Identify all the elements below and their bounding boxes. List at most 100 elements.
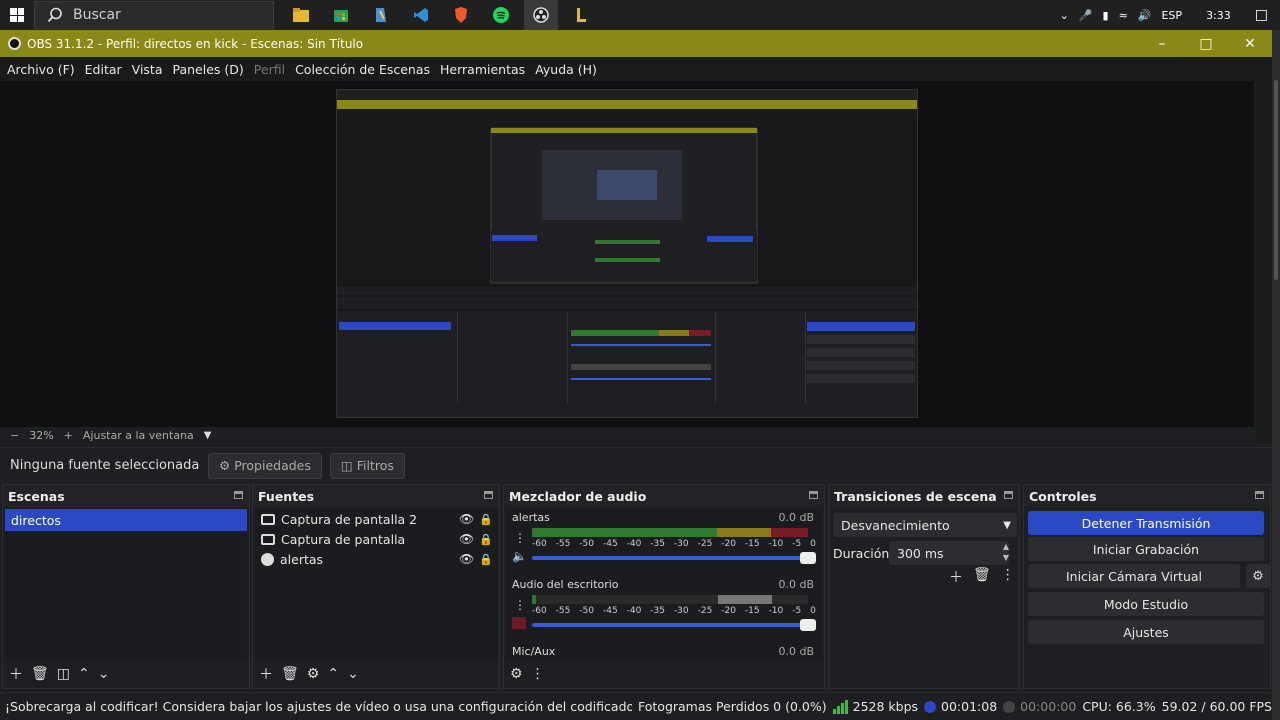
gear-icon: ⚙ <box>1252 568 1264 584</box>
volume-slider-handle[interactable] <box>800 619 816 631</box>
volume-slider[interactable] <box>532 552 816 564</box>
lock-icon[interactable]: 🔒 <box>479 513 493 526</box>
store-icon[interactable] <box>324 0 358 30</box>
transitions-title: Transiciones de escena <box>829 485 1019 507</box>
brave-browser-icon[interactable] <box>444 0 478 30</box>
battery-icon[interactable]: ▮ <box>1103 9 1109 22</box>
chevron-up-icon[interactable]: ⌄ <box>1060 9 1069 22</box>
mixer-menu-icon[interactable]: ⋮ <box>531 666 545 682</box>
undock-icon[interactable] <box>484 491 493 499</box>
gear-icon[interactable]: ⚙ <box>307 666 320 682</box>
status-bar: ¡Sobrecarga al codificar! Considera baja… <box>0 692 1272 720</box>
windows-logo-icon <box>10 8 24 22</box>
move-down-icon[interactable]: ⌄ <box>98 666 110 682</box>
menu-perfil[interactable]: Perfil <box>249 62 290 77</box>
preview-scrollbar[interactable] <box>1256 81 1272 444</box>
wifi-icon[interactable]: ≈ <box>1119 9 1128 22</box>
virtual-camera-button[interactable]: Iniciar Cámara Virtual <box>1028 564 1240 588</box>
preview-area[interactable] <box>0 81 1254 427</box>
virtual-camera-settings-button[interactable]: ⚙ <box>1246 564 1270 588</box>
undock-icon[interactable] <box>809 491 818 499</box>
menu-vista[interactable]: Vista <box>127 62 168 77</box>
vscode-icon[interactable] <box>404 0 438 30</box>
stop-stream-button[interactable]: Detener Transmisión <box>1028 511 1264 535</box>
channel-menu-icon[interactable]: ⋮ <box>514 598 526 612</box>
eye-icon[interactable]: 👁 <box>459 552 474 566</box>
lock-icon[interactable]: 🔒 <box>479 533 493 546</box>
dropped-frames: Fotogramas Perdidos 0 (0.0%) <box>638 699 827 714</box>
undock-icon[interactable] <box>1255 491 1264 499</box>
properties-button[interactable]: ⚙ Propiedades <box>208 452 322 479</box>
app-launcher-icon[interactable] <box>564 0 598 30</box>
volume-icon[interactable]: 🔊 <box>1138 9 1152 22</box>
menu-coleccion-escenas[interactable]: Colección de Escenas <box>290 62 435 77</box>
eye-icon[interactable]: 👁 <box>459 532 474 546</box>
taskbar-search[interactable]: Buscar <box>34 1 274 29</box>
list-item[interactable]: Captura de pantalla 2 👁 🔒 <box>255 509 497 529</box>
add-source-icon[interactable]: ＋ <box>259 664 273 684</box>
start-button[interactable] <box>0 0 34 30</box>
obs-studio-icon[interactable] <box>524 0 558 30</box>
obs-logo-icon <box>8 37 21 50</box>
fit-to-window-label[interactable]: Ajustar a la ventana <box>83 429 194 442</box>
zoom-out-button[interactable]: − <box>10 429 19 442</box>
scene-item-directos[interactable]: directos <box>5 509 247 531</box>
mixer-settings-icon[interactable]: ⚙ <box>510 666 523 682</box>
scene-filters-icon[interactable]: ◫ <box>57 666 70 682</box>
move-up-icon[interactable]: ⌃ <box>78 666 90 682</box>
notifications-icon[interactable]: □ <box>1255 7 1268 23</box>
volume-slider[interactable] <box>532 619 816 631</box>
trash-icon[interactable]: 🗑 <box>31 666 49 682</box>
trash-icon[interactable]: 🗑 <box>281 666 299 682</box>
move-up-icon[interactable]: ⌃ <box>327 666 339 682</box>
add-scene-icon[interactable]: ＋ <box>9 664 23 684</box>
zoom-in-button[interactable]: + <box>64 429 73 442</box>
duration-field[interactable]: 300 ms <box>889 541 1009 565</box>
studio-mode-button[interactable]: Modo Estudio <box>1028 592 1264 616</box>
settings-button[interactable]: Ajustes <box>1028 620 1264 644</box>
speaker-icon[interactable]: 🔈 <box>512 549 527 563</box>
monitor-icon <box>261 513 275 525</box>
transition-select[interactable]: Desvanecimiento ▼ <box>833 513 1017 537</box>
menu-paneles[interactable]: Paneles (D) <box>168 62 249 77</box>
spotify-icon[interactable] <box>484 0 518 30</box>
cpu-usage: CPU: 66.3% <box>1082 699 1156 714</box>
maximize-button[interactable]: □ <box>1184 30 1228 57</box>
muted-speaker-icon[interactable] <box>512 617 526 629</box>
zoom-level: 32% <box>29 429 54 442</box>
add-transition-icon[interactable]: ＋ <box>949 567 963 587</box>
move-down-icon[interactable]: ⌄ <box>347 666 359 682</box>
lock-icon[interactable]: 🔒 <box>479 553 493 566</box>
transition-selected: Desvanecimiento <box>841 517 950 533</box>
mixer-channels: alertas 0.0 dB ⋮ -60 -55 -50 -45 -40 -35 -30 -2… <box>506 509 822 660</box>
eye-icon[interactable]: 👁 <box>459 512 474 526</box>
language-indicator[interactable]: ESP <box>1161 9 1182 22</box>
file-explorer-icon[interactable] <box>284 0 318 30</box>
undock-icon[interactable] <box>1004 491 1013 499</box>
list-item[interactable]: Captura de pantalla 👁 🔒 <box>255 529 497 549</box>
filters-button[interactable]: ◫ Filtros <box>329 452 405 479</box>
duration-stepper[interactable]: ▲ ▼ <box>999 541 1013 565</box>
zoom-dropdown-caret-icon[interactable]: ▼ <box>204 430 212 441</box>
menu-herramientas[interactable]: Herramientas <box>435 62 530 77</box>
python-editor-icon[interactable] <box>364 0 398 30</box>
transition-menu-icon[interactable]: ⋮ <box>1001 567 1015 587</box>
trash-icon[interactable]: 🗑 <box>973 567 991 587</box>
undock-icon[interactable] <box>234 491 243 499</box>
list-item[interactable]: alertas 👁 🔒 <box>255 549 497 569</box>
close-button[interactable]: ✕ <box>1228 30 1272 57</box>
mixer-channel-mic: Mic/Aux 0.0 dB <box>506 643 822 660</box>
volume-slider-handle[interactable] <box>800 552 816 564</box>
channel-db: 0.0 dB <box>778 578 814 591</box>
filter-icon: ◫ <box>340 458 353 473</box>
clock[interactable]: 3:33 <box>1206 9 1231 22</box>
start-recording-button[interactable]: Iniciar Grabación <box>1028 537 1264 561</box>
menu-archivo[interactable]: Archivo (F) <box>2 62 80 77</box>
window-right-scrollbar[interactable] <box>1272 30 1280 720</box>
microphone-icon[interactable]: 🎤 <box>1079 9 1093 22</box>
channel-menu-icon[interactable]: ⋮ <box>514 531 526 545</box>
menu-editar[interactable]: Editar <box>80 62 127 77</box>
menu-ayuda[interactable]: Ayuda (H) <box>530 62 602 77</box>
minimize-button[interactable]: – <box>1140 30 1184 57</box>
record-time: 00:00:00 <box>1020 699 1077 714</box>
